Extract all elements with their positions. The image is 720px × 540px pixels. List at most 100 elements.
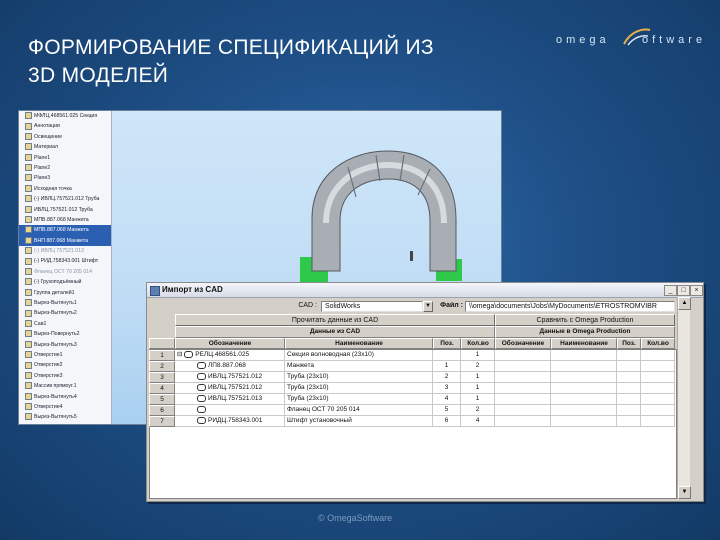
cell-pos[interactable]: 6 [433, 416, 461, 427]
cell-omega-qty[interactable] [641, 405, 675, 416]
minimize-icon[interactable]: _ [664, 285, 677, 296]
tree-item[interactable]: Массив прямоуг.1 [19, 381, 111, 391]
cell-omega-qty[interactable] [641, 350, 675, 361]
cell-name[interactable]: Труба (23x10) [285, 372, 433, 383]
cell-pos[interactable]: 5 [433, 405, 461, 416]
cell-omega-pos[interactable] [617, 372, 641, 383]
cell-omega-designation[interactable] [495, 361, 551, 372]
cell-qty[interactable]: 1 [461, 350, 495, 361]
tree-item[interactable]: (-) Грузоподъёмный [19, 277, 111, 287]
tree-item[interactable]: (-) ИВЛЦ.757521.012 Труба [19, 194, 111, 204]
close-icon[interactable]: × [690, 285, 703, 296]
cell-pos[interactable]: 2 [433, 372, 461, 383]
tree-item[interactable]: Отверстие3 [19, 371, 111, 381]
cell-omega-qty[interactable] [641, 372, 675, 383]
tree-item[interactable]: Сав1 [19, 319, 111, 329]
cell-omega-pos[interactable] [617, 350, 641, 361]
tree-item[interactable]: Вырез-Вытянуть4 [19, 392, 111, 402]
col-header-omega-pos[interactable]: Поз. [617, 338, 641, 349]
cell-omega-name[interactable] [551, 361, 617, 372]
cell-omega-name[interactable] [551, 405, 617, 416]
file-path-field[interactable]: \\omega\documents\Jobs\MyDocuments\ETROS… [465, 301, 675, 312]
tree-item[interactable]: Освещение [19, 132, 111, 142]
cell-name[interactable]: Труба (23x10) [285, 394, 433, 405]
tree-item[interactable]: МПВ.887.068 Манжета [19, 215, 111, 225]
cell-omega-designation[interactable] [495, 394, 551, 405]
cell-pos[interactable] [433, 350, 461, 361]
cell-omega-pos[interactable] [617, 361, 641, 372]
cell-qty[interactable]: 1 [461, 372, 495, 383]
tree-item[interactable]: Группа деталей1 [19, 288, 111, 298]
tree-item[interactable]: Вырез-Повернуть2 [19, 329, 111, 339]
scroll-up-icon[interactable]: ▲ [678, 297, 691, 310]
cell-omega-pos[interactable] [617, 405, 641, 416]
cell-qty[interactable]: 2 [461, 361, 495, 372]
cell-omega-name[interactable] [551, 394, 617, 405]
col-header-qty[interactable]: Кол.во [461, 338, 495, 349]
col-header-omega-qty[interactable]: Кол.во [641, 338, 675, 349]
tree-item[interactable]: МПВ.887.068 Манжета [19, 225, 111, 236]
cell-designation[interactable]: ЛП8.887.068 [175, 361, 285, 372]
cell-pos[interactable]: 3 [433, 383, 461, 394]
cell-omega-designation[interactable] [495, 416, 551, 427]
tree-item[interactable]: Вырез-Вытянуть5 [19, 412, 111, 422]
cell-designation[interactable]: ⊟ РЕЛЦ.468561.025 [175, 350, 285, 361]
tree-item[interactable]: Вырез-Вытянуть3 [19, 340, 111, 350]
dialog-titlebar[interactable]: Импорт из CAD _ □ × [147, 283, 703, 298]
tree-item[interactable]: Сав2 [19, 423, 111, 424]
scroll-down-icon[interactable]: ▼ [678, 486, 691, 499]
cell-omega-name[interactable] [551, 383, 617, 394]
tree-item[interactable]: Вырез-Вытянуть2 [19, 308, 111, 318]
tree-item[interactable]: (-) РИД.758343.001 Штифт [19, 256, 111, 266]
cell-name[interactable]: Труба (23x10) [285, 383, 433, 394]
cell-omega-name[interactable] [551, 350, 617, 361]
cell-designation[interactable] [175, 405, 285, 416]
cell-qty[interactable]: 2 [461, 405, 495, 416]
tree-item[interactable]: ИВЛЦ.757521.012 Труба [19, 205, 111, 215]
cell-omega-designation[interactable] [495, 372, 551, 383]
col-header-pos[interactable]: Поз. [433, 338, 461, 349]
tree-item[interactable]: (-) ИВЛЦ 757521.013 [19, 246, 111, 256]
col-header-omega-name[interactable]: Наименование [551, 338, 617, 349]
cell-designation[interactable]: ИВЛЦ.757521.012 [175, 383, 285, 394]
col-header-name[interactable]: Наименование [285, 338, 433, 349]
compare-button[interactable]: Сравнить с Omega Production [495, 314, 675, 326]
cell-omega-designation[interactable] [495, 383, 551, 394]
cell-omega-qty[interactable] [641, 383, 675, 394]
tree-item[interactable]: Исходная точка [19, 184, 111, 194]
tree-item[interactable]: Отверстие1 [19, 350, 111, 360]
cell-name[interactable]: Фланец ОСТ 70 205 014 [285, 405, 433, 416]
col-header-designation[interactable]: Обозначение [175, 338, 285, 349]
cad-dropdown-chevron-icon[interactable]: ▼ [423, 301, 433, 312]
cell-omega-name[interactable] [551, 416, 617, 427]
tree-item[interactable]: Вырез-Вытянуть1 [19, 298, 111, 308]
cell-omega-designation[interactable] [495, 350, 551, 361]
tree-item[interactable]: Plane1 [19, 153, 111, 163]
cell-omega-name[interactable] [551, 372, 617, 383]
tree-item[interactable]: ВНП 887.068 Манжета [19, 235, 111, 247]
col-header-omega-designation[interactable]: Обозначение [495, 338, 551, 349]
cell-omega-designation[interactable] [495, 405, 551, 416]
cad-select[interactable]: SolidWorks [321, 301, 423, 312]
cell-omega-pos[interactable] [617, 416, 641, 427]
tree-item[interactable]: Отверстие4 [19, 402, 111, 412]
cell-name[interactable]: Штифт установочный [285, 416, 433, 427]
cell-omega-qty[interactable] [641, 416, 675, 427]
cell-omega-pos[interactable] [617, 383, 641, 394]
cell-qty[interactable]: 1 [461, 394, 495, 405]
tree-item[interactable]: Аннотации [19, 121, 111, 131]
maximize-icon[interactable]: □ [677, 285, 690, 296]
feature-tree[interactable]: МФЛЦ.468561.025 Секция Аннотации Освещение… [19, 111, 112, 424]
tree-item[interactable]: Фланец ОСТ 70 205 014 [19, 267, 111, 277]
tree-item[interactable]: Отверстие2 [19, 360, 111, 370]
cell-designation[interactable]: РИДЦ.758343.001 [175, 416, 285, 427]
cell-name[interactable]: Секция волноводная (23x10) [285, 350, 433, 361]
vertical-scrollbar[interactable]: ▲ ▼ [677, 297, 691, 499]
tree-item[interactable]: МФЛЦ.468561.025 Секция [19, 111, 111, 121]
cell-qty[interactable]: 1 [461, 383, 495, 394]
collapse-icon[interactable]: ⊟ [177, 351, 184, 358]
cell-designation[interactable]: ИВЛЦ.757521.012 [175, 372, 285, 383]
cell-pos[interactable]: 4 [433, 394, 461, 405]
cell-pos[interactable]: 1 [433, 361, 461, 372]
cell-name[interactable]: Манжета [285, 361, 433, 372]
